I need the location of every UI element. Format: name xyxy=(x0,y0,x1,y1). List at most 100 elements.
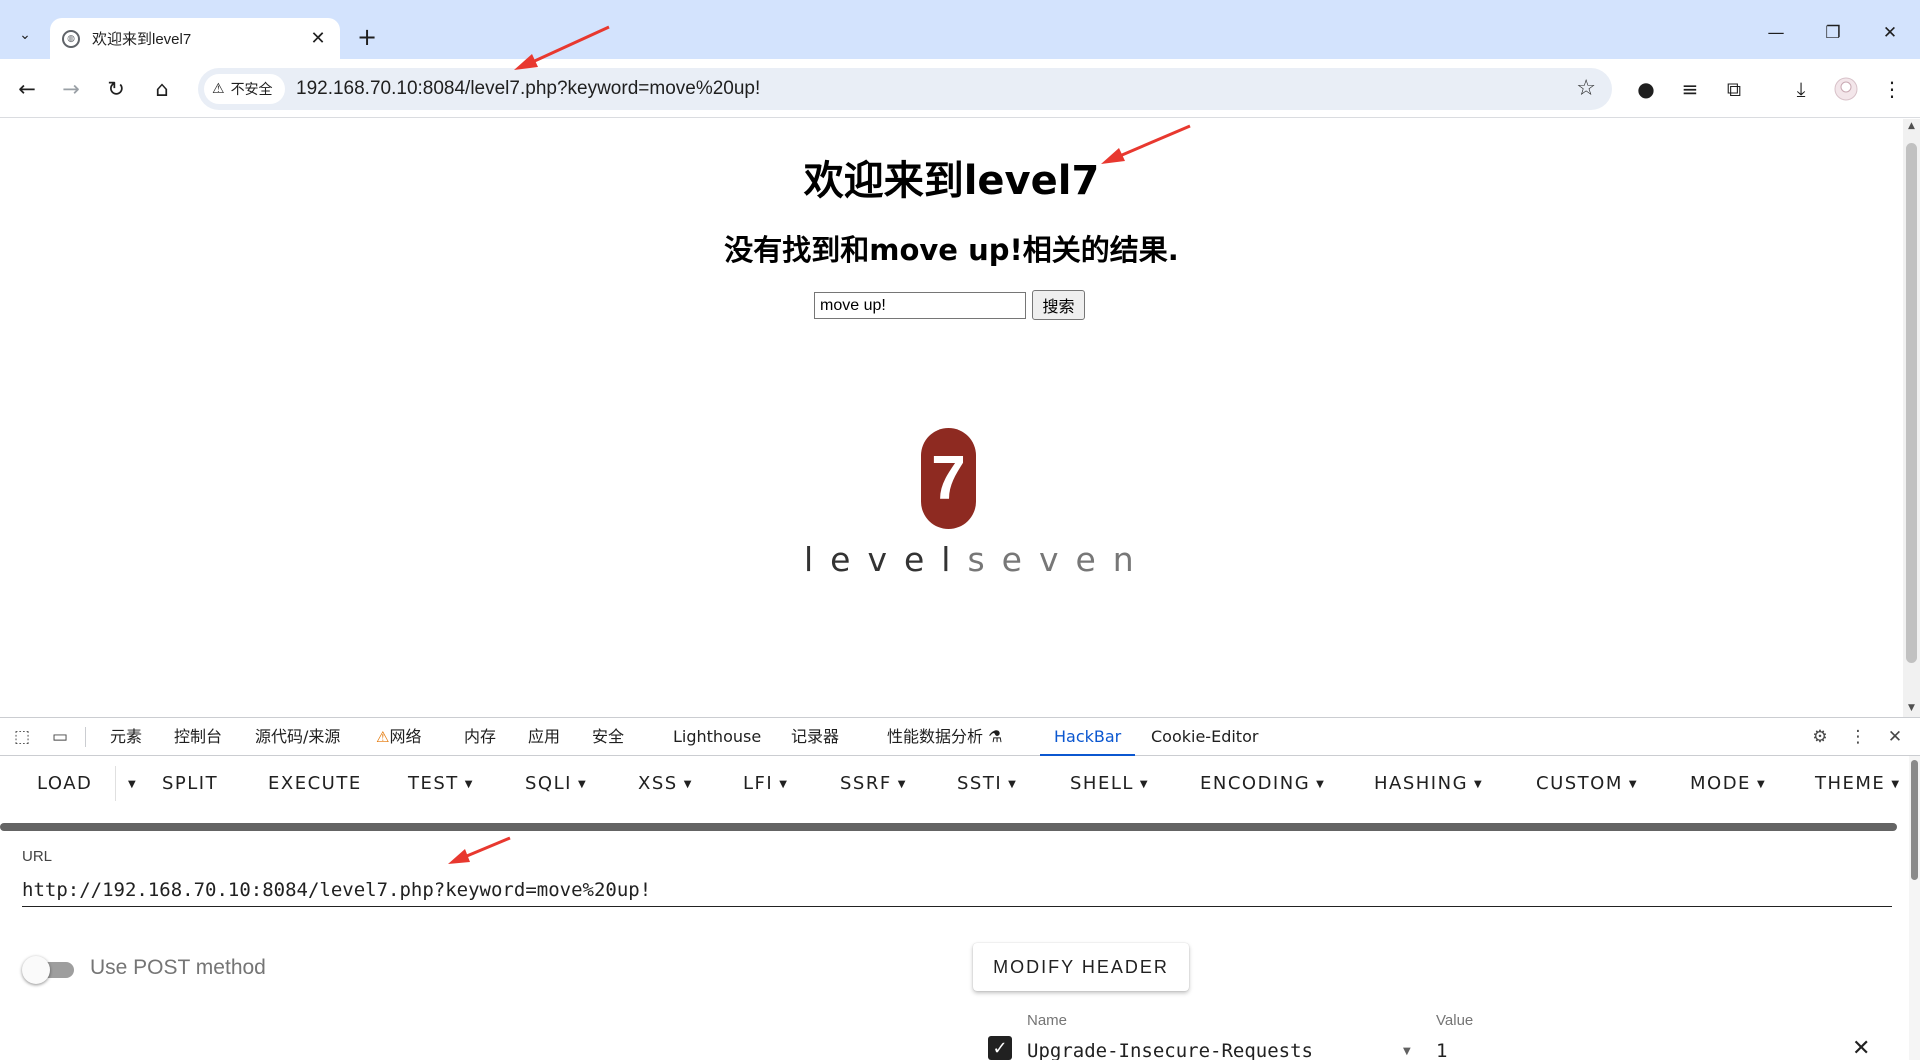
mode-label: MODE xyxy=(1690,773,1751,794)
test-label: TEST xyxy=(408,773,459,794)
reload-icon[interactable]: ↻ xyxy=(100,73,132,105)
ssrf-label: SSRF xyxy=(840,773,892,794)
avatar[interactable] xyxy=(1830,73,1862,105)
tab-security[interactable]: 安全 xyxy=(592,718,624,756)
theme-menu[interactable]: THEME ▼ xyxy=(1815,756,1901,811)
page-viewport: 欢迎来到level7 没有找到和move up!相关的结果. 搜索 7 leve… xyxy=(0,119,1903,717)
header-name-label: Name xyxy=(1027,1012,1068,1029)
minimize-icon[interactable]: — xyxy=(1756,18,1796,48)
test-menu[interactable]: TEST ▼ xyxy=(408,756,474,811)
logo-word-seven: seven xyxy=(967,540,1151,579)
devtools-close-icon[interactable]: ✕ xyxy=(1884,726,1906,748)
chevron-down-icon: ▼ xyxy=(1474,779,1484,790)
result-message: 没有找到和move up!相关的结果. xyxy=(724,233,1179,267)
keyword-input[interactable] xyxy=(814,292,1026,319)
more-icon[interactable]: ⋮ xyxy=(1876,73,1908,105)
chevron-down-icon: ▼ xyxy=(1008,779,1018,790)
ssti-label: SSTI xyxy=(957,773,1003,794)
scrollbar-thumb[interactable] xyxy=(1906,143,1917,663)
tab-sources[interactable]: 源代码/来源 xyxy=(255,718,340,756)
extensions-icon[interactable]: ⧉ xyxy=(1718,73,1750,105)
header-enabled-checkbox[interactable]: ✓ xyxy=(988,1036,1012,1060)
split-button[interactable]: SPLIT xyxy=(162,756,218,811)
hackbar-vertical-scrollbar[interactable] xyxy=(1909,756,1920,1060)
ssti-menu[interactable]: SSTI ▼ xyxy=(957,756,1017,811)
tab-elements[interactable]: 元素 xyxy=(110,718,142,756)
xss-menu[interactable]: XSS ▼ xyxy=(638,756,693,811)
globe-icon: ◍ xyxy=(62,29,80,48)
window-close-icon[interactable]: ✕ xyxy=(1870,18,1910,48)
menu-icon[interactable]: ≡ xyxy=(1674,73,1706,105)
tab-recorder[interactable]: 记录器 xyxy=(791,718,839,756)
remove-header-icon[interactable]: ✕ xyxy=(1852,1036,1870,1060)
tab-lighthouse[interactable]: Lighthouse xyxy=(673,718,761,756)
address-text[interactable]: 192.168.70.10:8084/level7.php?keyword=mo… xyxy=(296,78,760,100)
warning-icon: ⚠ xyxy=(376,728,390,746)
search-button[interactable]: 搜索 xyxy=(1032,290,1085,320)
close-tab-icon[interactable]: ✕ xyxy=(308,28,328,49)
scroll-up-icon[interactable]: ▲ xyxy=(1906,121,1917,131)
tab-search-icon[interactable]: ⌄ xyxy=(12,20,38,50)
chevron-down-icon: ▼ xyxy=(683,779,693,790)
tab-network[interactable]: ⚠网络 xyxy=(376,718,421,756)
lfi-menu[interactable]: LFI ▼ xyxy=(743,756,788,811)
shell-label: SHELL xyxy=(1070,773,1134,794)
tab-performance-insights[interactable]: 性能数据分析 ⚗ xyxy=(887,718,1002,756)
tab-console[interactable]: 控制台 xyxy=(174,718,222,756)
chevron-down-icon: ▼ xyxy=(1628,779,1639,790)
encoding-menu[interactable]: ENCODING ▼ xyxy=(1200,756,1325,811)
restore-icon[interactable]: ❐ xyxy=(1813,18,1853,48)
tab-hackbar[interactable]: HackBar xyxy=(1040,718,1136,756)
device-toolbar-icon[interactable]: ▭ xyxy=(49,726,71,748)
download-icon[interactable]: ⤓ xyxy=(1785,73,1817,105)
url-textarea[interactable]: http://192.168.70.10:8084/level7.php?key… xyxy=(22,873,1892,907)
browser-tab[interactable]: ◍ 欢迎来到level7 ✕ xyxy=(50,18,340,59)
flask-icon: ⚗ xyxy=(988,727,1003,746)
chevron-down-icon[interactable]: ▼ xyxy=(1403,1046,1411,1057)
load-button[interactable]: LOAD xyxy=(37,756,92,811)
settings-gear-icon[interactable]: ⚙ xyxy=(1809,726,1831,748)
execute-button[interactable]: EXECUTE xyxy=(268,756,362,811)
scrollbar-thumb[interactable] xyxy=(1911,760,1918,880)
page-scrollbar[interactable]: ▲ ▼ xyxy=(1903,119,1920,717)
chevron-down-icon: ▼ xyxy=(1139,779,1150,790)
inspect-element-icon[interactable]: ⬚ xyxy=(11,726,33,748)
new-tab-button[interactable]: + xyxy=(352,22,382,52)
lfi-label: LFI xyxy=(743,773,774,794)
back-icon[interactable]: ← xyxy=(11,73,43,105)
encoding-label: ENCODING xyxy=(1200,773,1311,794)
forward-icon[interactable]: → xyxy=(55,73,87,105)
load-dropdown-icon[interactable]: ▼ xyxy=(115,766,137,801)
chevron-down-icon: ▼ xyxy=(1316,779,1326,790)
modify-header-button[interactable]: MODIFY HEADER xyxy=(973,943,1189,991)
divider xyxy=(85,727,86,747)
record-icon[interactable]: ● xyxy=(1630,73,1662,105)
hashing-menu[interactable]: HASHING ▼ xyxy=(1374,756,1483,811)
hackbar-horizontal-scrollbar[interactable] xyxy=(0,823,1897,831)
shell-menu[interactable]: SHELL ▼ xyxy=(1070,756,1149,811)
header-value-field[interactable]: 1 xyxy=(1436,1040,1447,1060)
header-name-field[interactable]: Upgrade-Insecure-Requests xyxy=(1027,1040,1313,1060)
sqli-menu[interactable]: SQLI ▼ xyxy=(525,756,587,811)
header-value-label: Value xyxy=(1436,1012,1474,1029)
tab-memory[interactable]: 内存 xyxy=(464,718,496,756)
tab-network-label: 网络 xyxy=(389,727,422,746)
post-method-toggle[interactable] xyxy=(22,954,74,984)
tab-application[interactable]: 应用 xyxy=(528,718,560,756)
devtools-more-icon[interactable]: ⋮ xyxy=(1847,726,1869,748)
tab-cookie-editor[interactable]: Cookie-Editor xyxy=(1151,718,1258,756)
home-icon[interactable]: ⌂ xyxy=(146,73,178,105)
scroll-down-icon[interactable]: ▼ xyxy=(1906,703,1917,713)
ssrf-menu[interactable]: SSRF ▼ xyxy=(840,756,907,811)
chevron-down-icon: ▼ xyxy=(897,779,907,790)
mode-menu[interactable]: MODE ▼ xyxy=(1690,756,1766,811)
security-chip[interactable]: ⚠ 不安全 xyxy=(204,74,285,104)
chevron-down-icon: ▼ xyxy=(779,779,789,790)
custom-menu[interactable]: CUSTOM ▼ xyxy=(1536,756,1638,811)
level-seven-logo: 7 xyxy=(921,428,976,529)
star-icon[interactable]: ☆ xyxy=(1576,76,1596,101)
address-bar[interactable]: ⚠ 不安全 192.168.70.10:8084/level7.php?keyw… xyxy=(198,68,1612,110)
toggle-knob xyxy=(22,956,50,984)
devtools-tabbar: ⬚ ▭ 元素 控制台 源代码/来源 ⚠网络 内存 应用 安全 Lighthous… xyxy=(0,718,1920,756)
hackbar-menu: LOAD ▼ SPLIT EXECUTE TEST ▼ SQLI ▼ XSS ▼ LF… xyxy=(0,756,1903,811)
